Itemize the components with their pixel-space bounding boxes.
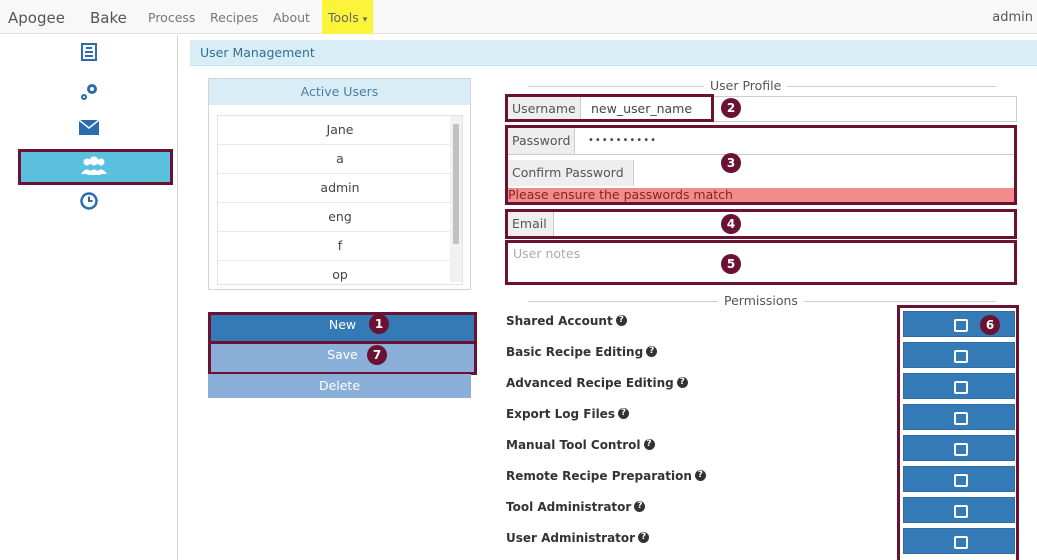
user-row-eng[interactable]: eng xyxy=(218,203,462,232)
perm-label-basic-recipe-editing: Basic Recipe Editing? xyxy=(506,345,658,359)
perm-label-remote-recipe-preparation: Remote Recipe Preparation? xyxy=(506,469,706,483)
user-row-admin[interactable]: admin xyxy=(218,174,462,203)
user-row-op[interactable]: op xyxy=(218,261,462,284)
profile-legend: User Profile xyxy=(704,78,788,93)
sidebar xyxy=(0,35,178,560)
question-circle-icon[interactable]: ? xyxy=(634,501,646,512)
scrollbar-thumb[interactable] xyxy=(453,124,459,244)
nav-about[interactable]: About xyxy=(273,0,310,34)
save-button[interactable]: Save xyxy=(208,341,477,375)
checkbox-icon xyxy=(954,505,968,518)
perm-label-tool-administrator: Tool Administrator? xyxy=(506,500,646,514)
gears-icon[interactable] xyxy=(78,81,100,103)
perm-label-shared-account: Shared Account? xyxy=(506,314,627,328)
permissions-legend: Permissions xyxy=(718,293,804,308)
checkbox-icon xyxy=(954,474,968,487)
panel-title: User Management xyxy=(190,40,1037,66)
chevron-down-icon: ▾ xyxy=(362,15,368,25)
username-input-tail[interactable] xyxy=(712,96,1017,122)
callout-badge-4: 4 xyxy=(721,214,741,234)
perm-label-advanced-recipe-editing: Advanced Recipe Editing? xyxy=(506,376,688,390)
brand-apogee[interactable]: Apogee xyxy=(8,0,65,34)
checkbox-icon xyxy=(954,350,968,363)
question-circle-icon[interactable]: ? xyxy=(643,439,655,450)
password-label: Password xyxy=(508,128,576,154)
password-field[interactable]: Password •••••••••• xyxy=(508,128,1014,155)
checkbox-icon xyxy=(954,319,968,332)
email-label: Email xyxy=(508,212,554,236)
callout-badge-2: 2 xyxy=(721,98,741,118)
perm-text: Remote Recipe Preparation xyxy=(506,469,692,483)
checkbox-icon xyxy=(954,536,968,549)
user-row-f[interactable]: f xyxy=(218,232,462,261)
callout-badge-1: 1 xyxy=(369,314,389,334)
clock-icon[interactable] xyxy=(78,190,100,212)
perm-text: Shared Account xyxy=(506,314,613,328)
perm-text: Advanced Recipe Editing xyxy=(506,376,674,390)
users-scrollbar[interactable] xyxy=(450,116,462,282)
question-circle-icon[interactable]: ? xyxy=(638,532,650,543)
checkbox-icon xyxy=(954,412,968,425)
user-notes-placeholder: User notes xyxy=(513,246,581,261)
user-row-jane[interactable]: Jane xyxy=(218,116,462,145)
users-list[interactable]: Jane a admin eng f op xyxy=(217,115,463,285)
confirm-password-field[interactable]: Confirm Password xyxy=(508,160,1014,186)
brand-bake[interactable]: Bake xyxy=(90,0,127,34)
nav-tools-label: Tools xyxy=(328,10,359,25)
perm-label-export-log-files: Export Log Files? xyxy=(506,407,629,421)
perm-text: Export Log Files xyxy=(506,407,615,421)
nav-recipes[interactable]: Recipes xyxy=(210,0,258,34)
nav-process[interactable]: Process xyxy=(148,0,195,34)
callout-badge-5: 5 xyxy=(721,254,741,274)
question-circle-icon[interactable]: ? xyxy=(676,377,688,388)
document-icon[interactable] xyxy=(78,41,100,63)
username-label: Username xyxy=(508,97,581,119)
username-value: new_user_name xyxy=(591,101,693,116)
question-circle-icon[interactable]: ? xyxy=(646,346,658,357)
question-circle-icon[interactable]: ? xyxy=(615,315,627,326)
perm-text: Manual Tool Control xyxy=(506,438,641,452)
checkbox-icon xyxy=(954,443,968,456)
toggle-export-log-files[interactable] xyxy=(903,404,1015,430)
save-button-label: Save xyxy=(327,347,358,362)
delete-button[interactable]: Delete xyxy=(208,374,471,398)
users-icon xyxy=(79,156,109,180)
callout-badge-6: 6 xyxy=(980,315,1000,335)
confirm-password-label: Confirm Password xyxy=(508,160,634,186)
perm-text: Basic Recipe Editing xyxy=(506,345,644,359)
toggle-remote-recipe-preparation[interactable] xyxy=(903,466,1015,492)
username-field[interactable]: Username new_user_name xyxy=(505,94,714,122)
perm-label-manual-tool-control: Manual Tool Control? xyxy=(506,438,655,452)
nav-tools-dropdown[interactable]: Tools ▾ xyxy=(322,0,374,34)
perm-text: User Administrator xyxy=(506,531,636,545)
new-button-label: New xyxy=(328,317,357,332)
new-button[interactable]: New xyxy=(208,312,477,344)
perm-text: Tool Administrator xyxy=(506,500,632,514)
email-field[interactable]: Email xyxy=(505,209,1017,239)
delete-button-label: Delete xyxy=(318,378,361,393)
password-value: •••••••••• xyxy=(588,135,657,146)
toggle-advanced-recipe-editing[interactable] xyxy=(903,373,1015,399)
toggle-basic-recipe-editing[interactable] xyxy=(903,342,1015,368)
sidebar-item-users[interactable] xyxy=(18,149,173,185)
password-group: Password •••••••••• Confirm Password Ple… xyxy=(505,125,1017,205)
user-menu[interactable]: admin xyxy=(992,0,1033,34)
perm-label-user-administrator: User Administrator? xyxy=(506,531,650,545)
user-row-a[interactable]: a xyxy=(218,145,462,174)
user-notes-textarea[interactable]: User notes xyxy=(505,240,1017,285)
active-users-title: Active Users xyxy=(209,79,470,105)
toggle-manual-tool-control[interactable] xyxy=(903,435,1015,461)
toggle-user-administrator[interactable] xyxy=(903,528,1015,554)
top-navbar: Apogee Bake Process Recipes About Tools … xyxy=(0,0,1037,34)
callout-badge-3: 3 xyxy=(721,153,741,173)
checkbox-icon xyxy=(954,381,968,394)
toggle-tool-administrator[interactable] xyxy=(903,497,1015,523)
active-users-panel: Active Users Jane a admin eng f op xyxy=(208,78,471,290)
question-circle-icon[interactable]: ? xyxy=(617,408,629,419)
password-error: Please ensure the passwords match xyxy=(508,188,1014,202)
question-circle-icon[interactable]: ? xyxy=(694,470,706,481)
callout-badge-7: 7 xyxy=(367,345,387,365)
envelope-icon[interactable] xyxy=(78,116,100,138)
